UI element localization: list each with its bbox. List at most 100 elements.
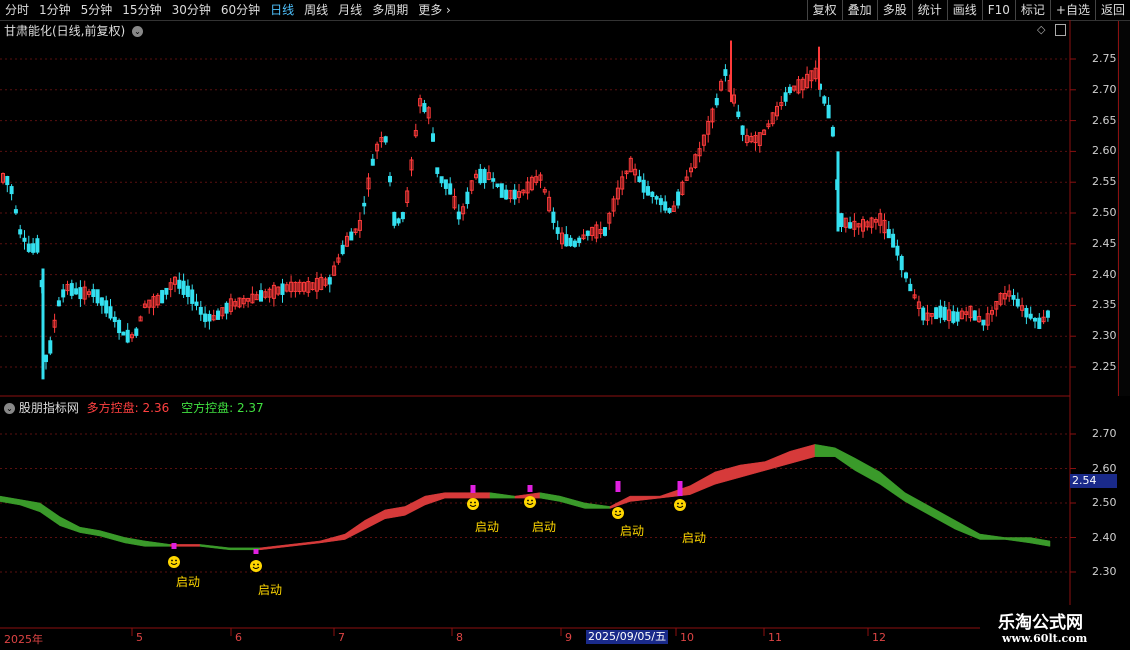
candlestick [241, 295, 246, 309]
candlestick [757, 132, 762, 153]
candlestick [744, 128, 749, 147]
candlestick [1041, 309, 1046, 325]
candlestick [5, 175, 10, 193]
price-tick-label: 2.45 [1092, 236, 1117, 250]
candlestick [323, 276, 328, 288]
candlestick [271, 282, 276, 307]
indicator-band-segment [39, 502, 61, 527]
candlestick [336, 253, 341, 265]
candlestick [185, 279, 190, 305]
candlestick [925, 304, 930, 326]
candlestick [633, 163, 638, 183]
candlestick [959, 307, 964, 320]
price-tick-label: 2.25 [1092, 360, 1117, 373]
candlestick [697, 141, 702, 163]
candlestick [396, 217, 401, 226]
candlestick [947, 301, 951, 329]
candlestick [452, 188, 457, 210]
candlestick [99, 297, 104, 314]
candlestick [1011, 288, 1016, 306]
candlestick [766, 119, 771, 130]
watermark-url: www.60lt.com [1002, 632, 1088, 645]
smile-icon [674, 499, 686, 511]
candlestick [18, 224, 23, 239]
candlestick [749, 132, 754, 144]
indicator-band-segment [739, 461, 766, 478]
candlestick [693, 153, 698, 169]
indicator-band-segment [319, 533, 346, 544]
candlestick [306, 277, 311, 297]
candlestick [1002, 285, 1007, 306]
candlestick [31, 237, 36, 255]
candlestick [895, 239, 900, 261]
date-month-label: 6 [235, 631, 242, 644]
indicator-band-segment [629, 495, 661, 502]
candlestick [173, 276, 177, 293]
candlestick [792, 85, 797, 92]
candlestick [160, 289, 165, 304]
candlestick [607, 211, 612, 230]
candlestick [147, 299, 152, 314]
candlestick [151, 293, 156, 316]
price-tick-label: 2.55 [1092, 175, 1117, 189]
candlestick [362, 196, 367, 215]
indicator-tick-label: 2.70 [1092, 427, 1117, 440]
candlestick [388, 172, 392, 187]
candlestick [873, 217, 878, 230]
candlestick [912, 289, 917, 300]
indicator-band-segment [489, 492, 516, 499]
candlestick [723, 64, 728, 82]
candlestick [142, 300, 147, 309]
candlestick [581, 229, 586, 241]
candlestick [499, 183, 504, 198]
candlestick [916, 295, 921, 317]
indicator-band-segment [814, 444, 836, 457]
candlestick [284, 281, 289, 293]
candlestick [671, 200, 676, 212]
indicator-band-segment [764, 450, 791, 471]
signal-label: 启动 [258, 583, 282, 597]
candlestick [809, 70, 814, 89]
indicator-band-segment [854, 457, 881, 485]
candlestick [525, 177, 530, 200]
candlestick [964, 306, 969, 322]
indicator-band-segment [99, 530, 126, 544]
candlestick [551, 207, 556, 230]
candlestick [138, 315, 143, 322]
candlestick [646, 180, 650, 196]
candlestick [478, 164, 483, 185]
candlestick [443, 179, 448, 196]
candlestick [891, 228, 896, 248]
candlestick [491, 172, 496, 189]
candlestick [998, 292, 1003, 307]
candlestick [435, 167, 440, 178]
candlestick [929, 313, 934, 325]
candlestick [56, 296, 61, 307]
candlestick [564, 226, 569, 247]
candlestick [972, 310, 977, 321]
indicator-band-segment [834, 447, 856, 471]
indicator-band-segment [59, 516, 81, 533]
candlestick [796, 75, 801, 95]
candlestick [624, 170, 629, 180]
candlestick [856, 222, 861, 235]
candlestick [78, 280, 83, 307]
indicator-band-segment [1029, 537, 1051, 547]
candlestick [246, 297, 251, 308]
candlestick [572, 239, 577, 248]
candlestick [9, 184, 14, 201]
candlestick [431, 127, 435, 142]
chart-canvas[interactable]: 启动启动启动 启动 启动 启动 [0, 0, 1130, 650]
candlestick [654, 194, 659, 205]
date-month-label: 12 [872, 631, 886, 644]
indicator-band-segment [464, 492, 491, 499]
candlestick [710, 107, 715, 129]
candlestick [762, 129, 767, 136]
smile-icon [612, 507, 624, 519]
candlestick [603, 226, 607, 237]
candlestick [985, 306, 990, 330]
indicator-band-segment [689, 471, 716, 496]
candlestick [637, 169, 642, 183]
candlestick [250, 286, 255, 304]
candlestick [560, 227, 564, 249]
